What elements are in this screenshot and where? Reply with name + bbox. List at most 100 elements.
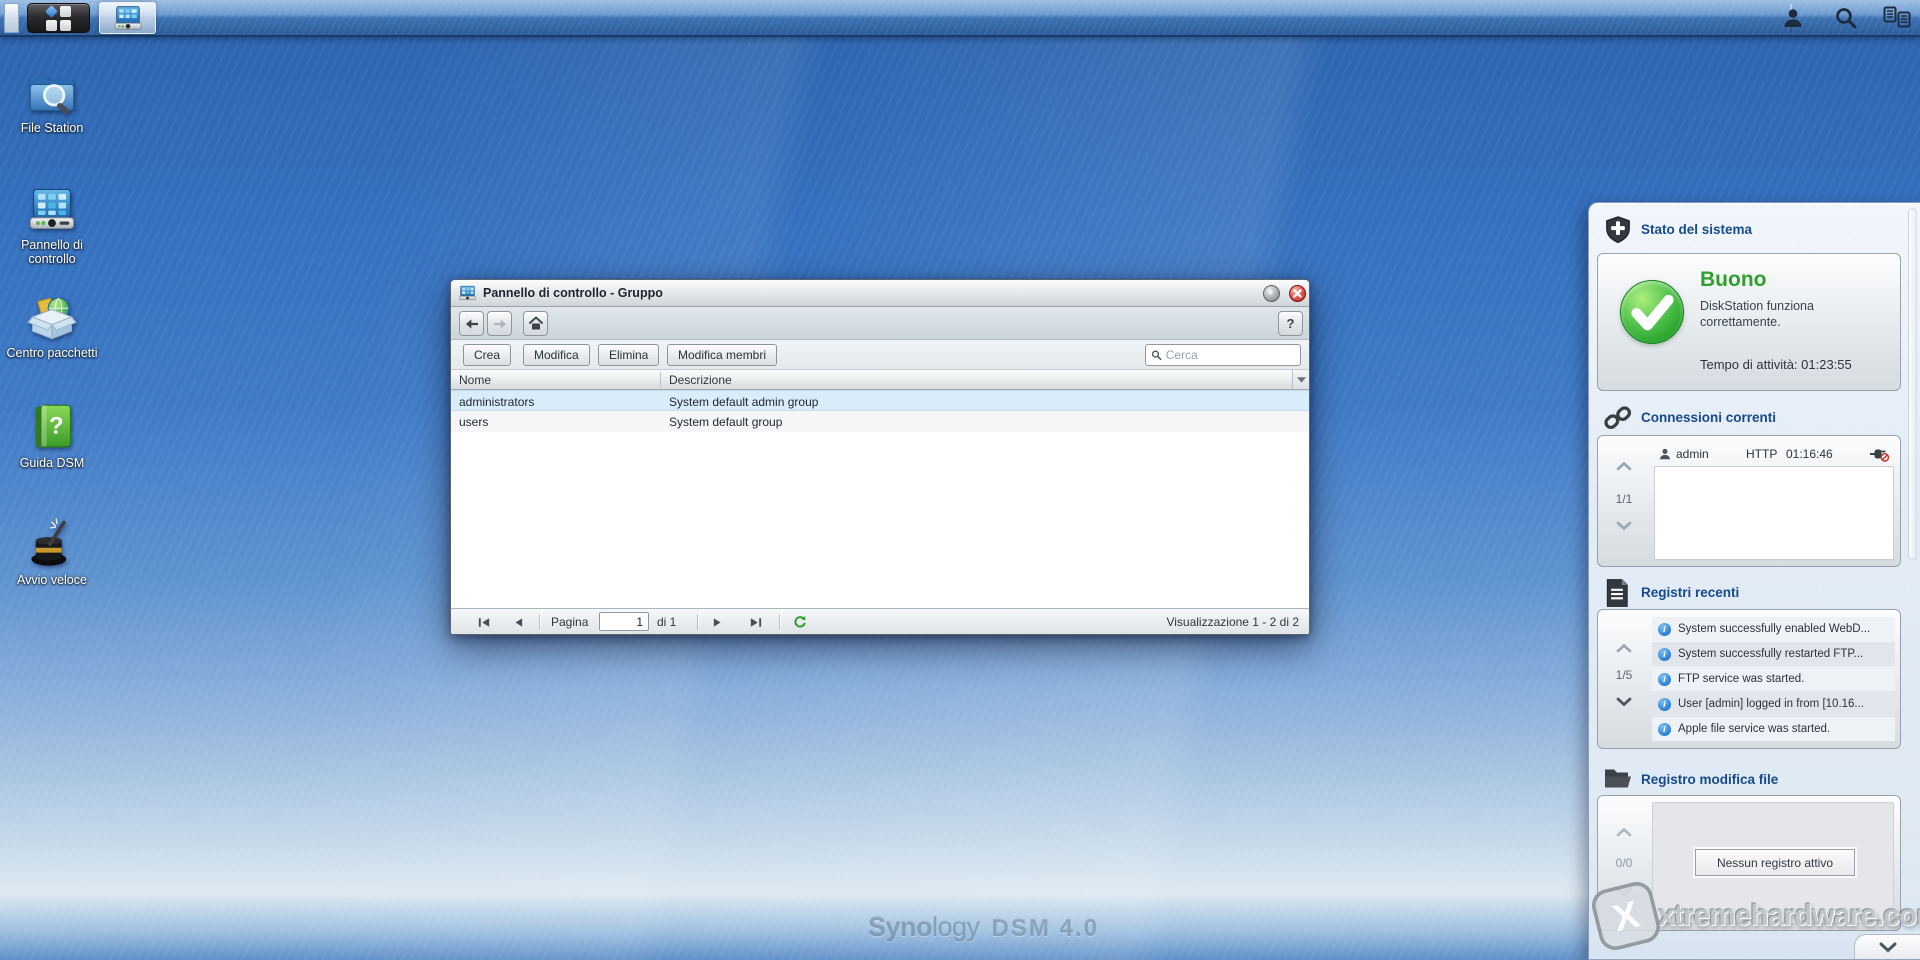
log-text: FTP service was started. [1678, 673, 1804, 685]
section-title-connections: Connessioni correnti [1641, 410, 1776, 425]
connection-protocol: HTTP [1746, 447, 1777, 461]
page-input[interactable] [599, 612, 649, 631]
home-button[interactable] [523, 311, 548, 336]
desktop-icon-package-center[interactable]: Centro pacchetti [6, 291, 98, 360]
cell-name: administrators [459, 395, 534, 409]
window-titlebar[interactable]: Pannello di controllo - Gruppo [451, 280, 1309, 307]
log-item[interactable]: FTP service was started. [1652, 667, 1895, 691]
table-row[interactable]: users System default group [451, 411, 1309, 432]
window-action-toolbar: Crea Modifica Elimina Modifica membri [451, 340, 1309, 370]
refresh-button[interactable] [791, 613, 809, 631]
desktop-icon-dsm-help[interactable]: ? Guida DSM [6, 401, 98, 470]
control-panel-icon [26, 183, 78, 235]
back-button[interactable] [459, 311, 484, 336]
table-row[interactable]: administrators System default admin grou… [451, 390, 1309, 411]
toolbar-separator [539, 614, 540, 630]
desktop-icon-label: Avvio veloce [6, 573, 98, 587]
pager-up-button[interactable] [1612, 640, 1636, 656]
create-button[interactable]: Crea [463, 344, 511, 366]
taskbar-item-control-panel[interactable] [99, 2, 156, 34]
pager-label: 1/5 [1598, 668, 1650, 682]
page-label: Pagina [551, 615, 588, 629]
pager-up-button[interactable] [1612, 824, 1636, 840]
log-text: User [admin] logged in from [10.16... [1678, 698, 1864, 710]
pager-down-button[interactable] [1612, 694, 1636, 710]
system-health-widget: Stato del sistema Buono DiskStation funz… [1588, 202, 1920, 960]
column-header-description[interactable]: Descrizione [669, 373, 732, 387]
table-header: Nome Descrizione [451, 370, 1309, 390]
connection-time: 01:16:46 [1786, 447, 1833, 461]
cell-description: System default group [669, 415, 782, 429]
edit-button[interactable]: Modifica [523, 344, 590, 366]
info-icon [1658, 723, 1671, 736]
desktop-icon-quick-start[interactable]: Avvio veloce [6, 518, 98, 587]
edit-members-button[interactable]: Modifica membri [667, 344, 777, 366]
cell-name: users [459, 415, 488, 429]
log-list: System successfully enabled WebD... Syst… [1652, 617, 1895, 742]
brand-name-rest: logy [932, 912, 980, 943]
toolbar-separator [779, 614, 780, 630]
file-log-icon [1603, 765, 1633, 795]
column-divider[interactable] [660, 372, 661, 387]
recent-logs-icon [1603, 578, 1633, 608]
page-of-label: di 1 [657, 615, 676, 629]
user-menu-button[interactable] [1778, 4, 1808, 32]
search-input[interactable] [1166, 348, 1295, 362]
desktop-icon-file-station[interactable]: File Station [6, 66, 98, 135]
chevron-down-icon [1297, 377, 1306, 383]
group-table: Nome Descrizione administrators System d… [451, 370, 1309, 608]
pilot-view-button[interactable] [1882, 4, 1912, 32]
disconnect-icon[interactable] [1868, 446, 1890, 462]
desktop-icon-control-panel[interactable]: Pannello di controllo [6, 183, 98, 267]
info-icon [1658, 673, 1671, 686]
info-icon [1658, 623, 1671, 636]
system-status-icon [1603, 215, 1633, 245]
desktop-icon-label: Centro pacchetti [6, 346, 98, 360]
first-page-button[interactable] [475, 613, 493, 631]
section-title-file-log: Registro modifica file [1641, 772, 1778, 787]
show-desktop-button[interactable] [4, 3, 19, 33]
pilot-view-icon [1883, 6, 1911, 29]
log-item[interactable]: User [admin] logged in from [10.16... [1652, 692, 1895, 716]
section-title-recent-logs: Registri recenti [1641, 585, 1739, 600]
pager-down-button[interactable] [1612, 518, 1636, 534]
next-page-button[interactable] [709, 613, 727, 631]
prev-page-button[interactable] [509, 613, 527, 631]
dsm-help-icon: ? [26, 401, 78, 453]
search-button[interactable] [1830, 4, 1860, 32]
forward-button [487, 311, 512, 336]
taskbar [0, 0, 1920, 37]
close-icon [1293, 289, 1302, 298]
pager-up-button[interactable] [1612, 458, 1636, 474]
connections-panel: 1/1 admin HTTP 01:16:46 [1597, 435, 1901, 567]
desktop-icon-label: File Station [6, 121, 98, 135]
log-item[interactable]: System successfully enabled WebD... [1652, 617, 1895, 641]
delete-button[interactable]: Elimina [598, 344, 659, 366]
minimize-button[interactable] [1263, 285, 1280, 302]
log-item[interactable]: Apple file service was started. [1652, 717, 1895, 741]
header-menu-button[interactable] [1292, 370, 1309, 389]
question-glyph: ? [49, 413, 64, 440]
last-page-button[interactable] [747, 613, 765, 631]
log-item[interactable]: System successfully restarted FTP... [1652, 642, 1895, 666]
desktop: File Station Pannello di controllo [0, 0, 1920, 960]
widget-scrollbar[interactable] [1908, 208, 1917, 560]
column-header-name[interactable]: Nome [459, 373, 491, 387]
watermark: X xtremehardware.com [1590, 884, 1920, 948]
close-button[interactable] [1289, 285, 1306, 302]
user-icon [1781, 6, 1805, 30]
search-field[interactable] [1145, 344, 1301, 366]
main-menu-button[interactable] [27, 3, 90, 33]
quick-start-icon [26, 518, 78, 570]
pager-label: 0/0 [1598, 856, 1650, 870]
next-page-icon [713, 617, 723, 628]
prev-page-icon [513, 617, 523, 628]
help-button[interactable]: ? [1278, 311, 1303, 336]
search-icon [1151, 349, 1162, 361]
desktop-icon-label: Pannello di controllo [6, 238, 98, 267]
connection-user: admin [1676, 447, 1709, 461]
file-log-empty-label: Nessun registro attivo [1695, 849, 1855, 876]
home-icon [528, 316, 544, 331]
pagination-status: Visualizzazione 1 - 2 di 2 [1166, 615, 1299, 629]
forward-icon [492, 317, 508, 331]
